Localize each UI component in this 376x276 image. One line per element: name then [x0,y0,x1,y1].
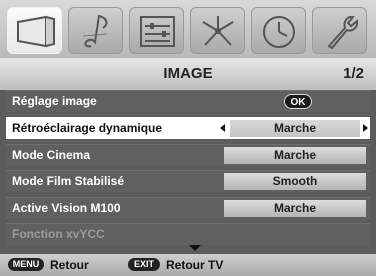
menu-row-cinema-mode[interactable]: Mode Cinema Marche [6,144,370,166]
tv-menu-screen: IMAGE 1/2 Réglage image OK Rétroéclairag… [0,0,376,276]
row-label: Active Vision M100 [12,201,121,215]
page-title: IMAGE [163,65,213,82]
row-value: Marche [224,200,366,217]
tab-sound[interactable] [68,7,123,54]
menu-row-active-vision[interactable]: Active Vision M100 Marche [6,197,370,219]
tab-preferences[interactable] [129,7,184,54]
ok-button-badge[interactable]: OK [284,94,312,109]
wrench-icon [327,15,359,50]
tab-setup[interactable] [190,7,245,54]
row-label: Mode Cinema [12,148,91,162]
row-label: Fonction xvYCC [12,227,105,241]
tab-picture[interactable] [7,7,62,54]
clock-icon [263,16,295,48]
key-hint-footer: MENU Retour EXIT Retour TV [0,254,376,276]
row-value: Marche [224,147,366,164]
menu-key-label: Retour [50,258,89,272]
row-value: Smooth [224,173,366,190]
row-value[interactable]: Marche [230,120,360,137]
row-label: Mode Film Stabilisé [12,174,125,188]
setup-arrows-icon [202,16,234,46]
menu-key-badge[interactable]: MENU [8,258,44,271]
music-note-icon [82,14,108,48]
menu-row-dynamic-backlight[interactable]: Rétroéclairage dynamique Marche [6,117,370,139]
menu-tab-bar [0,0,376,58]
page-indicator: 1/2 [343,65,364,82]
right-arrow-icon[interactable] [363,124,368,132]
tab-timer[interactable] [251,7,306,54]
preferences-sliders-icon [140,16,175,47]
row-label: Rétroéclairage dynamique [12,121,163,135]
scroll-down-arrow-icon[interactable] [189,245,201,251]
menu-row-xvycc: Fonction xvYCC [6,223,370,245]
picture-icon [17,15,55,48]
exit-key-badge[interactable]: EXIT [128,258,160,271]
tab-tools[interactable] [312,7,367,54]
menu-row-picture-settings[interactable]: Réglage image OK [6,90,370,112]
row-label: Réglage image [12,94,97,108]
exit-key-label: Retour TV [166,258,224,272]
menu-header: IMAGE 1/2 [0,58,376,90]
menu-row-film-stabilizer[interactable]: Mode Film Stabilisé Smooth [6,170,370,192]
left-arrow-icon[interactable] [220,124,225,132]
